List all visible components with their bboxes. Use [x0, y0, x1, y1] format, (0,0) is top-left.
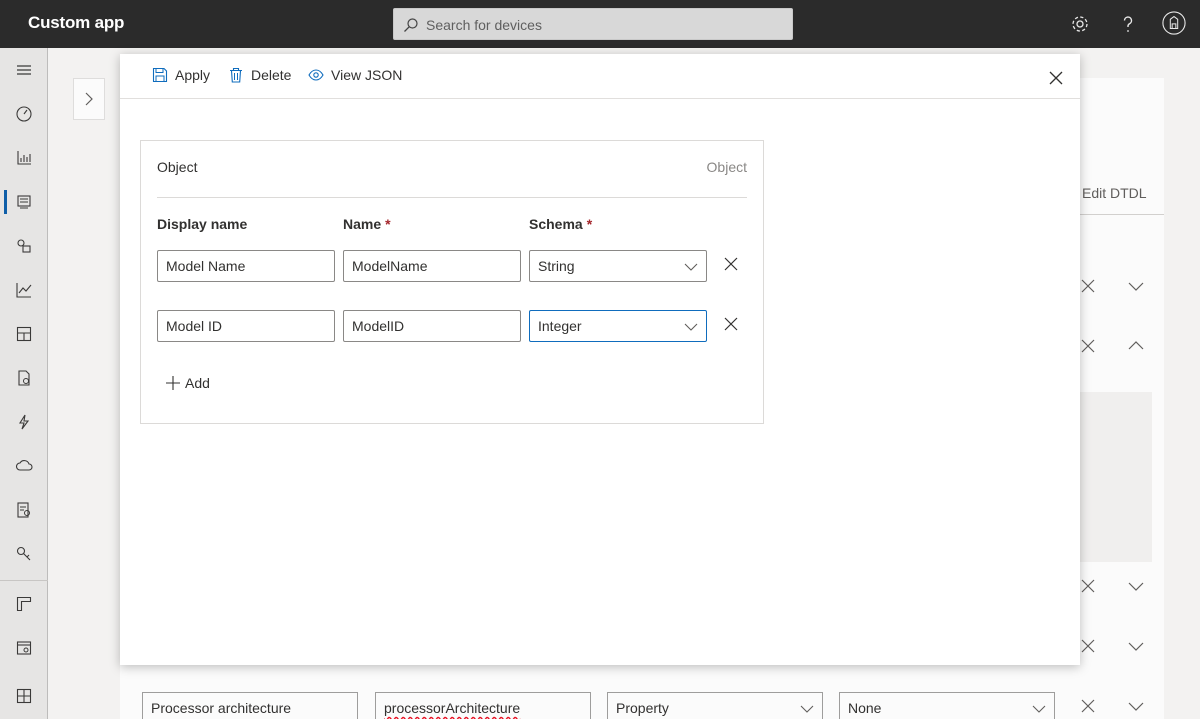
delete-label: Delete — [251, 67, 292, 83]
permissions-icon[interactable] — [0, 532, 48, 576]
chevron-down-icon[interactable] — [1128, 638, 1144, 654]
settings-icon[interactable] — [1068, 12, 1092, 36]
remove-icon[interactable] — [1080, 578, 1096, 594]
search-box[interactable]: Search for devices — [393, 8, 793, 40]
app-title[interactable]: Custom app — [28, 13, 124, 33]
chevron-down-icon[interactable] — [1128, 278, 1144, 294]
plus-icon — [166, 376, 180, 390]
account-icon[interactable] — [1162, 11, 1188, 37]
chevron-down-icon — [684, 263, 698, 271]
schema-select[interactable]: String — [529, 250, 707, 282]
add-label: Add — [185, 375, 210, 391]
app-settings-icon[interactable] — [0, 626, 48, 670]
remove-field-icon[interactable] — [723, 316, 739, 332]
name-input[interactable]: ModelName — [343, 250, 521, 282]
remove-field-icon[interactable] — [723, 256, 739, 272]
view-json-label: View JSON — [331, 67, 403, 83]
remove-icon[interactable] — [1080, 638, 1096, 654]
semantic-type-value: None — [848, 700, 882, 716]
display-name-input[interactable]: Model Name — [157, 250, 335, 282]
trends-icon[interactable] — [0, 268, 48, 312]
capability-type-value: Property — [616, 700, 669, 716]
background-divider — [1080, 214, 1164, 215]
analytics-icon[interactable] — [0, 136, 48, 180]
help-icon[interactable] — [1116, 12, 1140, 36]
edit-dtdl-button[interactable]: Edit DTDL — [1082, 185, 1147, 201]
name-value: processorArchitecture — [384, 700, 521, 716]
apply-button[interactable]: Apply — [152, 67, 210, 83]
expand-panel-button[interactable] — [73, 78, 105, 120]
add-field-button[interactable]: Add — [165, 375, 210, 391]
dialog-toolbar: Apply Delete View JSON — [120, 54, 1080, 99]
chevron-down-icon — [1032, 705, 1046, 713]
remove-icon[interactable] — [1080, 278, 1096, 294]
object-divider — [157, 197, 747, 198]
schema-value: String — [538, 258, 575, 274]
name-input[interactable]: processorArchitecture — [375, 692, 591, 719]
display-name-input[interactable]: Processor architecture — [142, 692, 358, 719]
templates-icon[interactable] — [0, 674, 48, 718]
dashboard-icon[interactable] — [0, 92, 48, 136]
search-icon — [404, 18, 418, 32]
menu-icon[interactable] — [0, 48, 48, 92]
delete-button[interactable]: Delete — [228, 67, 291, 83]
save-icon — [152, 67, 168, 83]
display-name-value: Processor architecture — [151, 700, 292, 716]
semantic-type-select[interactable]: None — [839, 692, 1055, 719]
trash-icon — [230, 67, 242, 83]
eye-icon — [308, 69, 324, 81]
remove-icon[interactable] — [1080, 698, 1096, 714]
object-schema-dialog: Apply Delete View JSON Object Object Dis… — [120, 54, 1080, 665]
schema-header: Schema * — [529, 216, 593, 232]
apply-label: Apply — [175, 67, 211, 83]
search-placeholder: Search for devices — [426, 17, 542, 33]
close-icon[interactable] — [1046, 68, 1066, 88]
data-export-icon[interactable] — [0, 444, 48, 488]
name-input[interactable]: ModelID — [343, 310, 521, 342]
audit-logs-icon[interactable] — [0, 488, 48, 532]
chevron-down-icon — [684, 323, 698, 331]
display-name-value: Model Name — [166, 258, 246, 274]
required-marker: * — [385, 216, 391, 232]
schema-select[interactable]: Integer — [529, 310, 707, 342]
object-label: Object — [157, 159, 198, 175]
rules-icon[interactable] — [0, 400, 48, 444]
display-name-input[interactable]: Model ID — [157, 310, 335, 342]
display-name-value: Model ID — [166, 318, 223, 334]
jobs-icon[interactable] — [0, 356, 48, 400]
view-json-button[interactable]: View JSON — [308, 67, 402, 83]
name-value: ModelID — [352, 318, 405, 334]
layout-icon[interactable] — [0, 312, 48, 356]
required-marker: * — [586, 216, 593, 232]
device-templates-icon[interactable] — [0, 180, 48, 224]
background-panel — [1080, 392, 1152, 562]
schema-value: Integer — [538, 318, 582, 334]
name-header: Name * — [343, 216, 391, 232]
capability-type-select[interactable]: Property — [607, 692, 823, 719]
nav-divider — [0, 580, 48, 581]
chevron-right-icon — [85, 92, 93, 106]
display-name-header: Display name — [157, 216, 248, 232]
chevron-down-icon — [800, 705, 814, 713]
name-value: ModelName — [352, 258, 428, 274]
device-groups-icon[interactable] — [0, 224, 48, 268]
customization-icon[interactable] — [0, 582, 48, 626]
object-card: Object Object Display name Name * Schema *… — [140, 140, 764, 424]
remove-icon[interactable] — [1080, 338, 1096, 354]
chevron-down-icon[interactable] — [1128, 698, 1144, 714]
chevron-down-icon[interactable] — [1128, 578, 1144, 594]
left-nav — [0, 48, 48, 719]
chevron-up-icon[interactable] — [1128, 338, 1144, 354]
object-type: Object — [706, 159, 747, 175]
top-bar: Custom app Search for devices — [0, 0, 1200, 48]
